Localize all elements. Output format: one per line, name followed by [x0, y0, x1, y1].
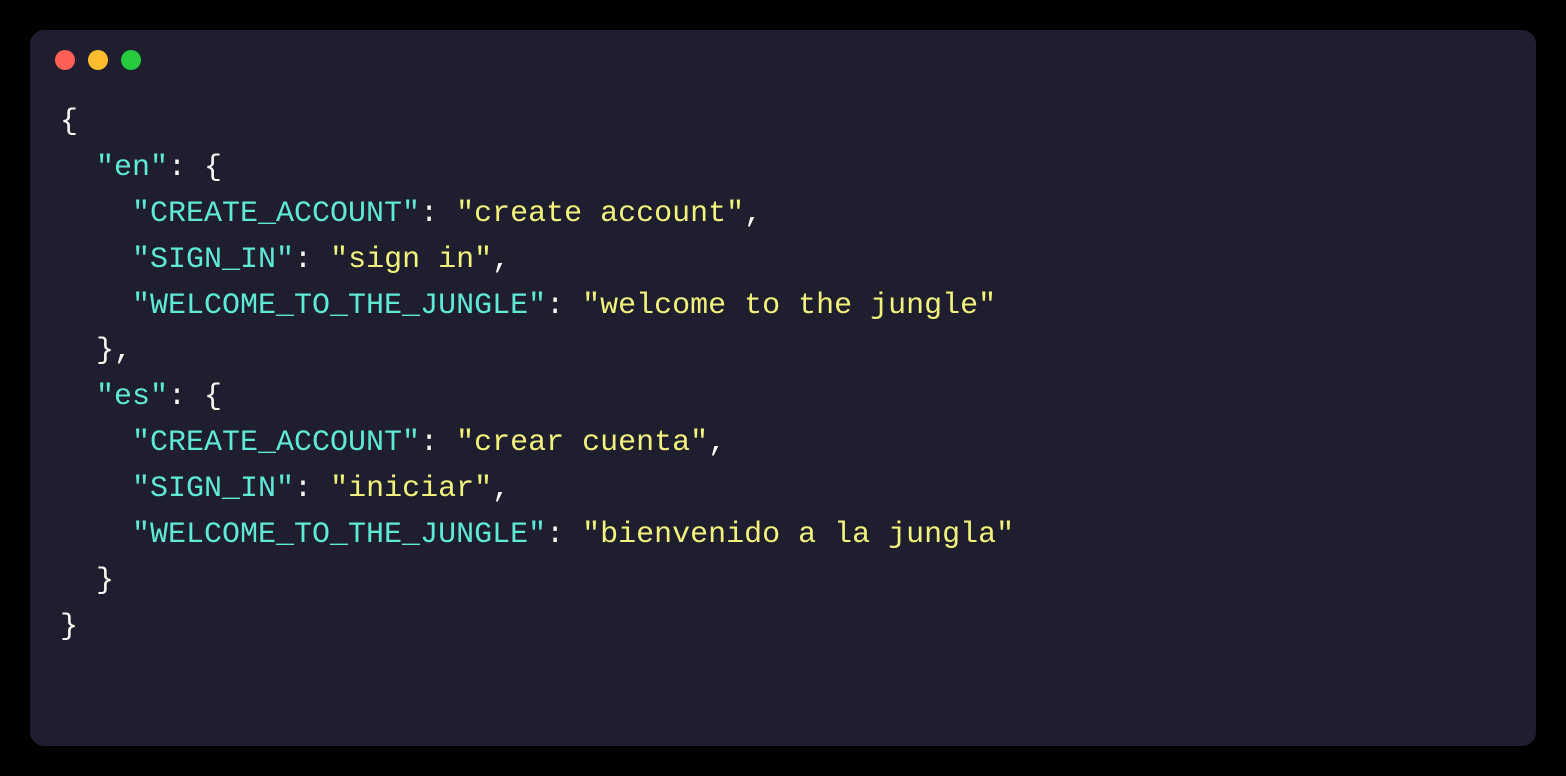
comma: ,	[744, 197, 762, 231]
brace-close: }	[96, 564, 114, 598]
indent	[60, 243, 132, 277]
indent	[60, 472, 132, 506]
indent	[60, 151, 96, 185]
indent	[60, 518, 132, 552]
brace-close-comma: },	[96, 334, 132, 368]
indent	[60, 197, 132, 231]
indent	[60, 334, 96, 368]
brace-open: {	[60, 105, 78, 139]
punct: : {	[168, 151, 222, 185]
colon: :	[420, 426, 456, 460]
colon: :	[294, 243, 330, 277]
json-key-create-account: "CREATE_ACCOUNT"	[132, 197, 420, 231]
json-value-create-account-es: "crear cuenta"	[456, 426, 708, 460]
colon: :	[294, 472, 330, 506]
indent	[60, 380, 96, 414]
indent	[60, 564, 96, 598]
json-key-en: "en"	[96, 151, 168, 185]
json-key-es: "es"	[96, 380, 168, 414]
indent	[60, 426, 132, 460]
punct: : {	[168, 380, 222, 414]
json-key-create-account: "CREATE_ACCOUNT"	[132, 426, 420, 460]
json-key-sign-in: "SIGN_IN"	[132, 243, 294, 277]
comma: ,	[492, 472, 510, 506]
json-key-sign-in: "SIGN_IN"	[132, 472, 294, 506]
json-value-welcome-en: "welcome to the jungle"	[582, 289, 996, 323]
code-block: { "en": { "CREATE_ACCOUNT": "create acco…	[60, 100, 1506, 651]
json-key-welcome: "WELCOME_TO_THE_JUNGLE"	[132, 289, 546, 323]
window-controls	[55, 50, 1506, 70]
colon: :	[546, 518, 582, 552]
json-value-sign-in-es: "iniciar"	[330, 472, 492, 506]
indent	[60, 289, 132, 323]
json-value-welcome-es: "bienvenido a la jungla"	[582, 518, 1014, 552]
json-value-sign-in-en: "sign in"	[330, 243, 492, 277]
comma: ,	[492, 243, 510, 277]
colon: :	[546, 289, 582, 323]
json-key-welcome: "WELCOME_TO_THE_JUNGLE"	[132, 518, 546, 552]
close-button[interactable]	[55, 50, 75, 70]
colon: :	[420, 197, 456, 231]
minimize-button[interactable]	[88, 50, 108, 70]
brace-close: }	[60, 610, 78, 644]
comma: ,	[708, 426, 726, 460]
editor-window: { "en": { "CREATE_ACCOUNT": "create acco…	[30, 30, 1536, 746]
maximize-button[interactable]	[121, 50, 141, 70]
json-value-create-account-en: "create account"	[456, 197, 744, 231]
